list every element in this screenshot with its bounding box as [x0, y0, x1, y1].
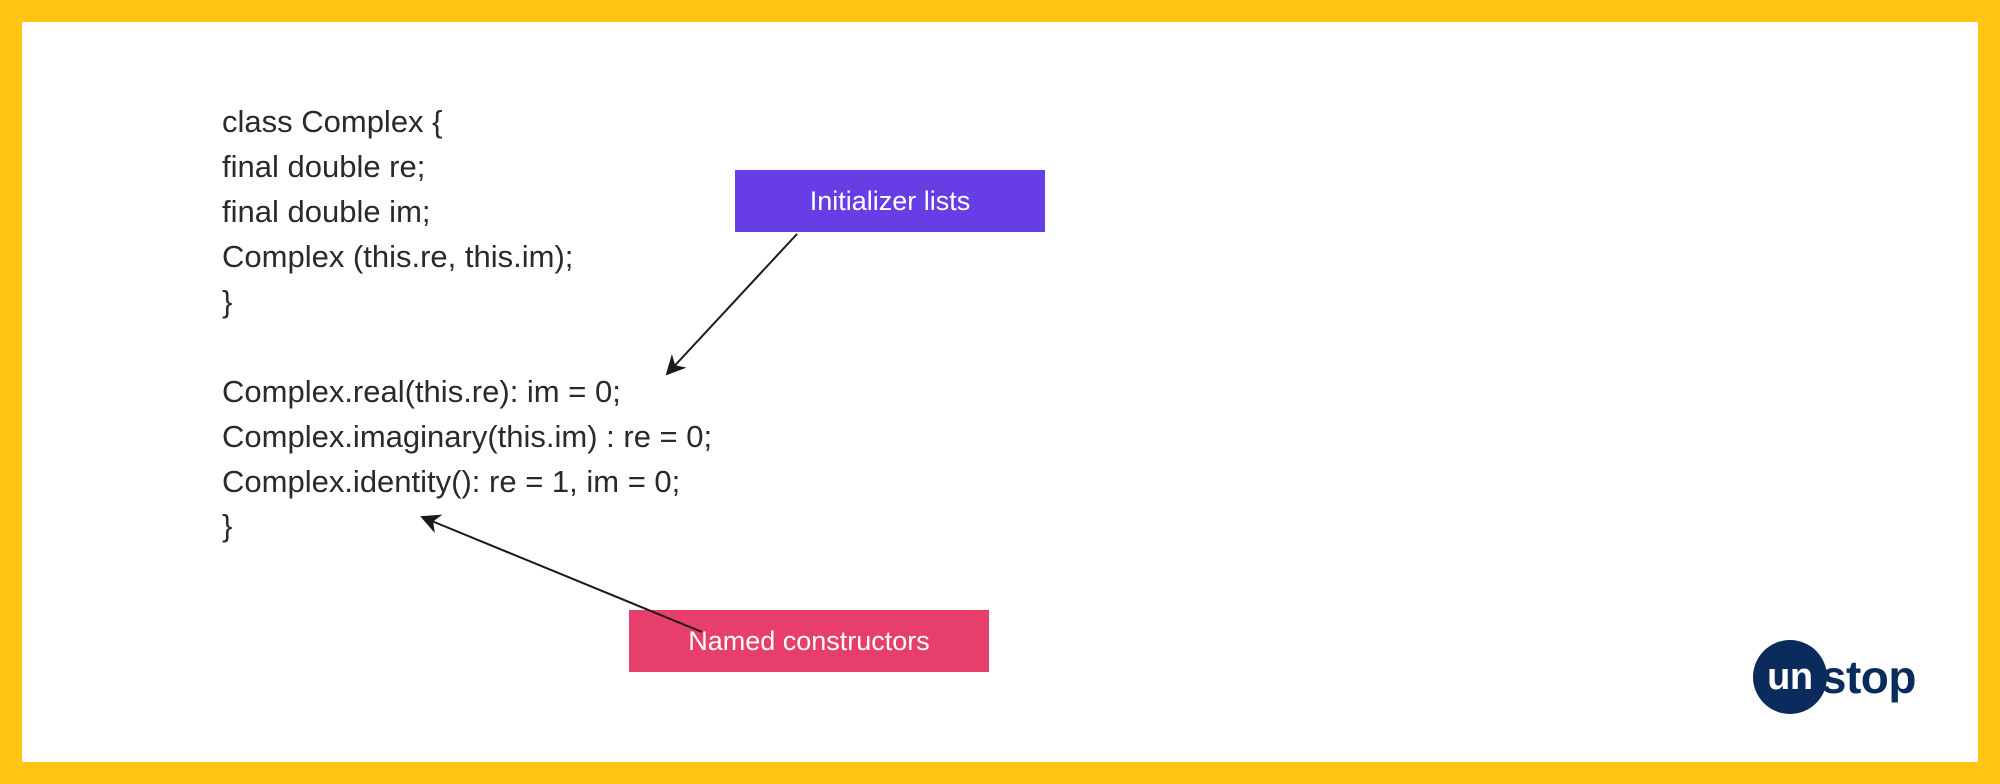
logo-rest-text: stop	[1821, 650, 1916, 704]
code-line: Complex.real(this.re): im = 0;	[222, 374, 621, 409]
yellow-frame: class Complex { final double re; final d…	[0, 0, 2000, 784]
code-line: final double im;	[222, 194, 431, 229]
code-line: }	[222, 508, 232, 543]
code-line: Complex (this.re, this.im);	[222, 239, 573, 274]
callout-label: Initializer lists	[810, 186, 971, 217]
code-line: Complex.imaginary(this.im) : re = 0;	[222, 419, 712, 454]
code-line: class Complex {	[222, 104, 443, 139]
code-line: Complex.identity(): re = 1, im = 0;	[222, 464, 680, 499]
callout-named-constructors: Named constructors	[629, 610, 989, 672]
code-line: final double re;	[222, 149, 425, 184]
logo-unstop: un stop	[1753, 640, 1916, 714]
logo-circle-text: un	[1767, 656, 1812, 699]
callout-initializer-lists: Initializer lists	[735, 170, 1045, 232]
code-block: class Complex { final double re; final d…	[222, 100, 712, 549]
callout-label: Named constructors	[688, 626, 930, 657]
logo-circle: un	[1753, 640, 1827, 714]
code-line: }	[222, 284, 232, 319]
